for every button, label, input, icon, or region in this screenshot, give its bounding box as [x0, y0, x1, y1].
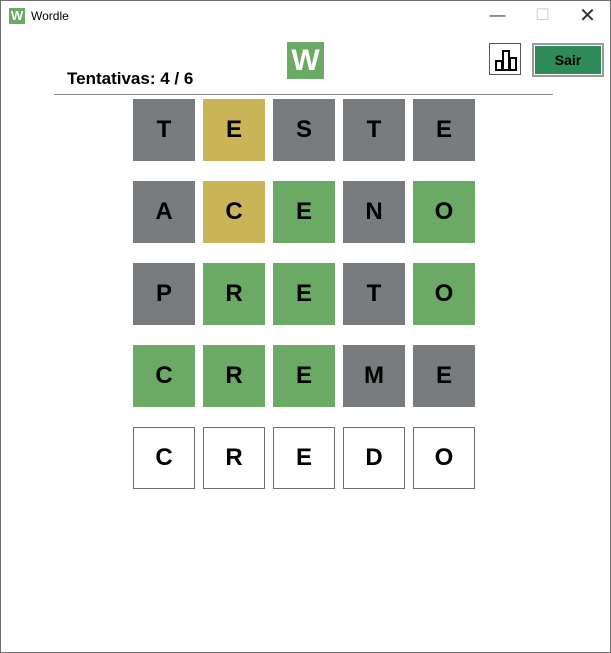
- tile-r4-c2: R: [203, 345, 265, 407]
- tile-r1-c1: T: [133, 99, 195, 161]
- maximize-button[interactable]: ☐: [520, 1, 565, 31]
- tile-r5-c2: R: [203, 427, 265, 489]
- tile-r2-c5: O: [413, 181, 475, 243]
- app-window: W Wordle — ☐ ✕ W Tentativas: 4 / 6 Sair …: [0, 0, 611, 653]
- tile-r3-c5: O: [413, 263, 475, 325]
- tile-r4-c5: E: [413, 345, 475, 407]
- exit-button-label: Sair: [535, 46, 601, 74]
- tile-r1-c2: E: [203, 99, 265, 161]
- tile-r1-c3: S: [273, 99, 335, 161]
- tile-r5-c4: D: [343, 427, 405, 489]
- tile-r3-c4: T: [343, 263, 405, 325]
- wordle-logo: W: [287, 42, 324, 79]
- title-bar[interactable]: W Wordle — ☐ ✕: [1, 1, 610, 31]
- tile-r2-c1: A: [133, 181, 195, 243]
- tile-r5-c1: C: [133, 427, 195, 489]
- tile-r1-c5: E: [413, 99, 475, 161]
- tile-r1-c4: T: [343, 99, 405, 161]
- tile-r2-c4: N: [343, 181, 405, 243]
- header-divider: [54, 94, 553, 95]
- tile-r4-c1: C: [133, 345, 195, 407]
- tile-r2-c3: E: [273, 181, 335, 243]
- tile-r3-c3: E: [273, 263, 335, 325]
- tile-r2-c2: C: [203, 181, 265, 243]
- window-title: Wordle: [31, 9, 69, 23]
- tile-r3-c1: P: [133, 263, 195, 325]
- attempts-counter: Tentativas: 4 / 6: [67, 69, 194, 88]
- tile-r4-c4: M: [343, 345, 405, 407]
- bar-chart-icon: [495, 50, 517, 71]
- minimize-button[interactable]: —: [475, 1, 520, 31]
- tile-r4-c3: E: [273, 345, 335, 407]
- wordle-app-icon: W: [9, 8, 25, 24]
- stats-button[interactable]: [489, 43, 521, 75]
- tile-r3-c2: R: [203, 263, 265, 325]
- tile-r5-c3: E: [273, 427, 335, 489]
- close-button[interactable]: ✕: [565, 1, 610, 31]
- tile-r5-c5: O: [413, 427, 475, 489]
- exit-button[interactable]: Sair: [532, 43, 604, 77]
